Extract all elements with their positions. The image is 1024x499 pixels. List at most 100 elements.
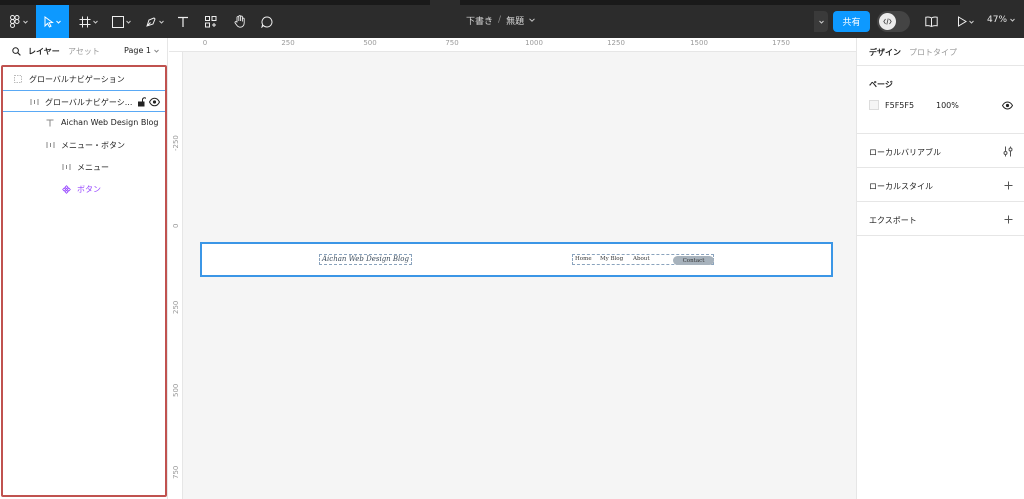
plus-icon[interactable] xyxy=(1004,181,1013,190)
toolbar-top-strip xyxy=(460,0,960,5)
comment-icon xyxy=(261,15,273,28)
ruler-tick: 0 xyxy=(172,223,180,228)
layer-row-selected[interactable]: グローバルナビゲーシ... xyxy=(3,90,165,112)
right-panel-tabs: デザイン プロトタイプ xyxy=(857,38,1024,66)
tab-assets[interactable]: アセット xyxy=(68,46,100,57)
frame-tool-button[interactable] xyxy=(73,5,103,38)
chevron-down-icon xyxy=(125,20,131,24)
ruler-tick: 500 xyxy=(363,39,377,47)
nav-home[interactable]: Home xyxy=(575,256,592,262)
resources-icon xyxy=(205,15,217,27)
text-tool-icon xyxy=(178,16,188,27)
search-icon[interactable] xyxy=(12,47,21,56)
figma-menu-icon xyxy=(10,15,20,28)
menu-button-group[interactable]: Home My Blog About Contact xyxy=(572,254,714,265)
ruler-horizontal: 0 250 500 750 1000 1250 1500 1750 xyxy=(169,38,856,52)
move-tool-button[interactable] xyxy=(36,5,69,38)
page-selector[interactable]: Page 1 xyxy=(124,46,159,55)
hand-tool-icon xyxy=(234,15,245,28)
text-layer-icon xyxy=(45,118,55,128)
export-section[interactable]: エクスポート xyxy=(857,202,1024,236)
ruler-vertical: -250 0 250 500 750 xyxy=(169,52,183,499)
ruler-tick: 250 xyxy=(172,300,180,314)
shape-tool-button[interactable] xyxy=(106,5,136,38)
play-icon xyxy=(957,16,967,27)
chevron-down-icon xyxy=(56,20,61,24)
hand-tool-button[interactable] xyxy=(228,5,252,38)
breadcrumb: 下書き / 無題 xyxy=(466,12,535,28)
eye-icon[interactable] xyxy=(1002,101,1013,110)
tab-prototype[interactable]: プロトタイプ xyxy=(909,47,957,58)
layer-label: グローバルナビゲーシ... xyxy=(45,98,133,107)
plus-icon[interactable] xyxy=(1004,215,1013,224)
multiplayer-menu-button[interactable] xyxy=(814,11,828,32)
chevron-down-icon xyxy=(818,20,824,24)
tab-layers[interactable]: レイヤー xyxy=(28,46,60,57)
layer-row[interactable]: グローバルナビゲーション xyxy=(3,68,165,90)
move-tool-icon xyxy=(44,15,54,28)
canvas[interactable]: 0 250 500 750 1000 1250 1500 1750 -250 0… xyxy=(169,38,856,499)
breadcrumb-project[interactable]: 下書き xyxy=(466,14,493,27)
left-panel-tabs: レイヤー アセット Page 1 xyxy=(0,38,168,64)
ruler-tick: 250 xyxy=(281,39,295,47)
shape-tool-icon xyxy=(111,15,124,28)
unlock-icon[interactable] xyxy=(137,97,146,107)
page-color-value[interactable]: F5F5F5 xyxy=(885,101,914,110)
frame-icon xyxy=(13,74,23,84)
properties-panel: デザイン プロトタイプ ページ F5F5F5 100% ローカルバリアブル ロー… xyxy=(856,38,1024,499)
layer-row[interactable]: メニュー・ボタン xyxy=(3,134,165,156)
contact-button[interactable]: Contact xyxy=(673,256,714,265)
dev-mode-toggle[interactable] xyxy=(877,11,910,32)
share-button[interactable]: 共有 xyxy=(833,11,870,32)
pen-tool-button[interactable] xyxy=(139,5,169,38)
section-title: ローカルバリアブル xyxy=(869,148,941,157)
ruler-tick: 750 xyxy=(172,465,180,479)
layers-panel: レイヤー アセット Page 1 グローバルナビゲーション グローバルナビゲーシ… xyxy=(0,38,168,499)
dev-mode-knob xyxy=(879,13,896,30)
library-button[interactable] xyxy=(920,5,942,38)
present-button[interactable] xyxy=(951,5,979,38)
tab-design[interactable]: デザイン xyxy=(869,47,901,58)
zoom-control[interactable]: 47% xyxy=(987,12,1015,28)
nav-my-blog[interactable]: My Blog xyxy=(600,256,623,262)
sliders-icon[interactable] xyxy=(1003,146,1013,157)
zoom-value: 47% xyxy=(987,15,1008,25)
eye-icon[interactable] xyxy=(149,97,160,107)
layer-label: メニュー xyxy=(77,163,109,172)
layer-row[interactable]: ボタン xyxy=(3,178,165,200)
ruler-tick: 1000 xyxy=(525,39,543,47)
global-navigation-frame[interactable]: Aichan Web Design Blog Home My Blog Abou… xyxy=(200,242,833,277)
ruler-tick: 500 xyxy=(172,383,180,397)
toolbar: 下書き / 無題 共有 47% xyxy=(0,0,1024,38)
ruler-tick: 750 xyxy=(445,39,459,47)
file-name[interactable]: 無題 xyxy=(506,14,524,27)
local-variables-section[interactable]: ローカルバリアブル xyxy=(857,134,1024,168)
chevron-down-icon[interactable] xyxy=(529,18,535,22)
ruler-tick: 0 xyxy=(202,39,208,47)
ruler-tick: -250 xyxy=(172,135,180,151)
layer-label: メニュー・ボタン xyxy=(61,141,125,150)
site-logo-text[interactable]: Aichan Web Design Blog xyxy=(319,254,412,265)
section-title: エクスポート xyxy=(869,216,917,225)
page-selector-label: Page 1 xyxy=(124,46,151,55)
page-section: ページ F5F5F5 100% xyxy=(857,66,1024,134)
layer-row[interactable]: Aichan Web Design Blog xyxy=(3,112,165,134)
book-icon xyxy=(924,16,938,27)
page-opacity-value[interactable]: 100% xyxy=(936,101,959,110)
comment-tool-button[interactable] xyxy=(256,5,278,38)
local-styles-section[interactable]: ローカルスタイル xyxy=(857,168,1024,202)
text-tool-button[interactable] xyxy=(172,5,194,38)
autolayout-icon xyxy=(45,140,55,150)
ruler-tick: 1750 xyxy=(772,39,790,47)
resources-button[interactable] xyxy=(199,5,223,38)
page-color-swatch[interactable] xyxy=(869,100,879,110)
component-icon xyxy=(61,184,71,194)
layer-row[interactable]: メニュー xyxy=(3,156,165,178)
figma-menu-button[interactable] xyxy=(4,5,34,38)
breadcrumb-separator: / xyxy=(498,15,502,25)
chevron-down-icon xyxy=(23,20,28,24)
nav-about[interactable]: About xyxy=(633,256,650,262)
page-section-title: ページ xyxy=(869,80,893,89)
chevron-down-icon xyxy=(92,20,98,24)
layer-label: Aichan Web Design Blog xyxy=(61,118,159,127)
